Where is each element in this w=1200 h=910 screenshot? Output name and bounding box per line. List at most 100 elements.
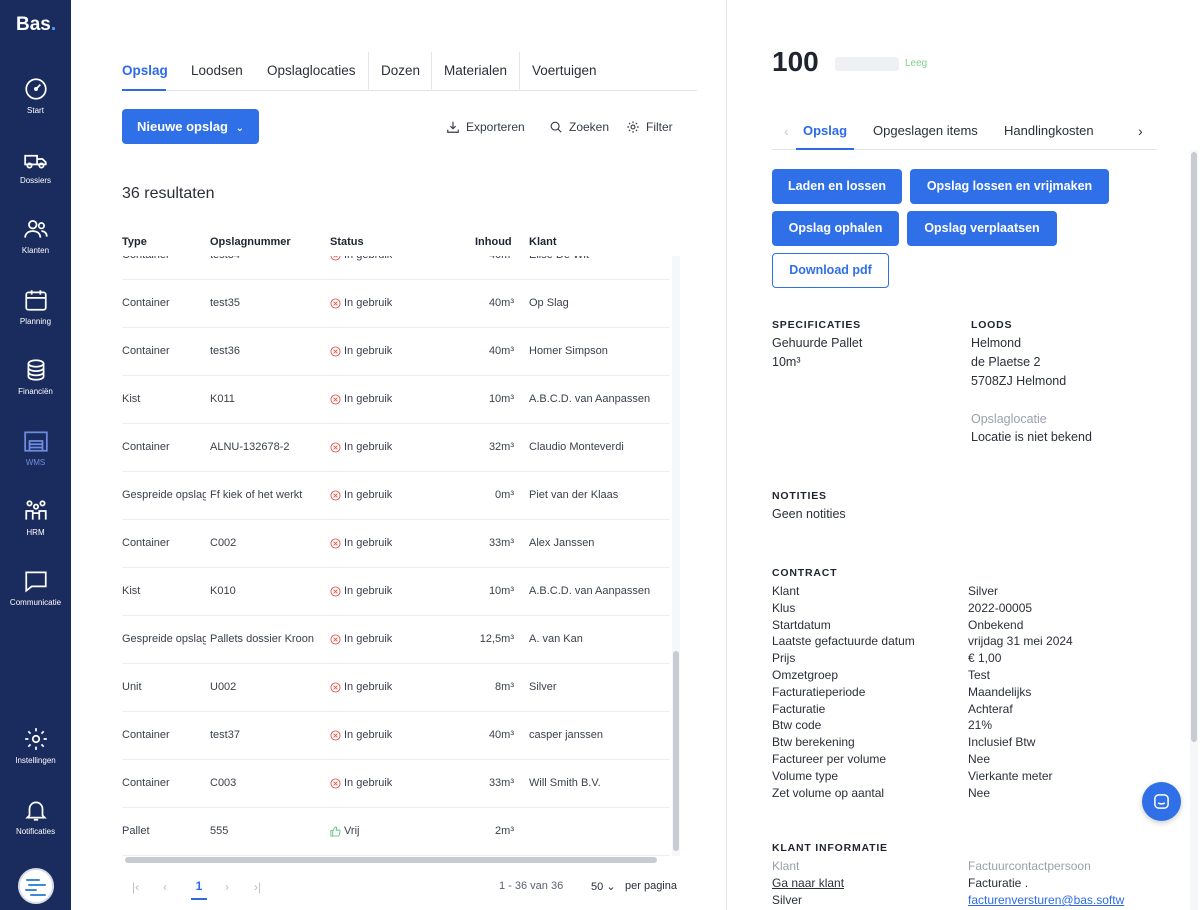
tab-opgeslagen-items[interactable]: Opgeslagen items: [873, 123, 978, 138]
tab-opslag[interactable]: Opslag: [803, 123, 847, 138]
thumbs-up-icon: [330, 825, 341, 837]
cell-opslagnummer: Pallets dossier Kroon: [210, 633, 314, 645]
sidebar-item-planning[interactable]: Planning: [0, 287, 71, 326]
opslag-lossen-button[interactable]: Opslag lossen en vrijmaken: [910, 169, 1109, 204]
redacted-label: [835, 57, 899, 71]
table-row[interactable]: Container C003 In gebruik 33m³ Will Smith B.…: [122, 760, 670, 808]
tab-opslag[interactable]: Opslag: [122, 63, 168, 78]
sidebar-item-label: Communicatie: [9, 598, 62, 607]
column-header-status[interactable]: Status: [330, 236, 364, 248]
cell-opslagnummer: C002: [210, 537, 237, 549]
active-tab-indicator: [122, 89, 166, 91]
cell-klant: Piet van der Klaas: [529, 489, 619, 501]
table-row[interactable]: Gespreide opslag Pallets dossier Kroon In …: [122, 616, 670, 664]
current-page-indicator: [191, 898, 207, 900]
table-row[interactable]: Unit U002 In gebruik 8m³ Silver: [122, 664, 670, 712]
first-page-icon[interactable]: |‹: [132, 880, 139, 894]
sidebar-item-dossiers[interactable]: Dossiers: [0, 146, 71, 185]
contract-value: Onbekend: [968, 617, 1024, 632]
last-page-icon[interactable]: ›|: [254, 880, 261, 894]
table-horizontal-scrollbar[interactable]: [122, 856, 662, 864]
contract-value: 21%: [968, 718, 993, 733]
cell-klant: Elise De Wit: [529, 256, 669, 261]
opslag-verplaatsen-button[interactable]: Opslag verplaatsen: [907, 211, 1057, 246]
export-button[interactable]: Exporteren: [446, 120, 525, 134]
contract-key: Volume type: [772, 768, 839, 783]
search-button[interactable]: Zoeken: [549, 120, 609, 134]
coins-icon: [27, 359, 44, 381]
column-header-inhoud[interactable]: Inhoud: [475, 236, 512, 248]
next-page-icon[interactable]: ›: [225, 880, 229, 894]
table-row[interactable]: Container test36 In gebruik 40m³ Homer Simps…: [122, 328, 670, 376]
opslag-ophalen-button[interactable]: Opslag ophalen: [772, 211, 899, 246]
tab-handlingkosten[interactable]: Handlingkosten: [1004, 123, 1094, 138]
x-circle-icon: [330, 345, 341, 357]
table-row[interactable]: Kist K011 In gebruik 10m³ A.B.C.D. van Aanpa…: [122, 376, 670, 424]
per-page-value: 50: [591, 881, 604, 893]
table-row[interactable]: Gespreide opslag Ff kiek of het werkt In g…: [122, 472, 670, 520]
cell-inhoud: 0m³: [495, 489, 514, 501]
cell-klant: Homer Simpson: [529, 345, 608, 357]
contract-value: Test: [968, 668, 991, 682]
cell-status: In gebruik: [330, 441, 440, 453]
table-row[interactable]: Container C002 In gebruik 33m³ Alex Janssen: [122, 520, 670, 568]
tab-opslaglocaties[interactable]: Opslaglocaties: [267, 63, 356, 78]
sidebar-item-klanten[interactable]: Klanten: [0, 216, 71, 255]
app-logo[interactable]: Bas.: [16, 14, 56, 36]
chat-launcher-button[interactable]: [1142, 782, 1181, 821]
current-page[interactable]: 1: [192, 879, 206, 893]
table-header: Type Opslagnummer Status Inhoud Klant: [122, 236, 682, 256]
factuurcontact-email[interactable]: facturenversturen@bas.softw: [968, 893, 1124, 907]
sidebar-item-communicatie[interactable]: Communicatie: [0, 568, 71, 607]
sidebar-item-hrm[interactable]: HRM: [0, 498, 71, 537]
table-row[interactable]: Container test35 In gebruik 40m³ Op Slag: [122, 280, 670, 328]
column-header-klant[interactable]: Klant: [529, 236, 557, 248]
tab-materialen[interactable]: Materialen: [444, 63, 507, 78]
cell-type: Container: [122, 256, 206, 261]
avatar[interactable]: [18, 868, 54, 904]
column-header-opslagnummer[interactable]: Opslagnummer: [210, 236, 291, 248]
bell-icon: [24, 801, 47, 821]
ga-naar-klant-link[interactable]: Ga naar klant: [772, 876, 844, 890]
tab-dozen[interactable]: Dozen: [381, 63, 420, 78]
cell-klant: A.B.C.D. van Aanpassen: [529, 393, 651, 405]
table-row[interactable]: Pallet 555 Vrij 2m³: [122, 808, 670, 856]
filter-button[interactable]: Filter: [626, 120, 673, 134]
status-text: In gebruik: [344, 441, 393, 453]
sidebar-item-label: Financiën: [18, 387, 53, 396]
column-header-type[interactable]: Type: [122, 236, 147, 248]
table-vertical-scrollbar[interactable]: [672, 256, 680, 856]
download-pdf-button[interactable]: Download pdf: [772, 253, 889, 288]
previous-page-icon[interactable]: ‹: [163, 880, 167, 894]
chevron-left-icon[interactable]: ‹: [784, 123, 789, 139]
laden-en-lossen-button[interactable]: Laden en lossen: [772, 169, 902, 204]
table-row[interactable]: Container test34 In gebruik 40m³ Elise De Wi…: [122, 256, 670, 280]
sidebar-item-instellingen[interactable]: Instellingen: [0, 726, 71, 765]
table-row[interactable]: Container ALNU-132678-2 In gebruik 32m³ Clau…: [122, 424, 670, 472]
detail-scrollbar[interactable]: [1190, 150, 1198, 910]
contract-value: € 1,00: [968, 651, 1002, 666]
status-badge: Leeg: [905, 58, 928, 69]
chevron-right-icon[interactable]: ›: [1138, 123, 1143, 139]
table-row[interactable]: Container test37 In gebruik 40m³ casper jans…: [122, 712, 670, 760]
cell-opslagnummer: U002: [210, 681, 237, 693]
scrollbar-thumb[interactable]: [673, 651, 679, 851]
scrollbar-thumb[interactable]: [1191, 152, 1197, 742]
table-row[interactable]: Kist K010 In gebruik 10m³ A.B.C.D. van Aanpa…: [122, 568, 670, 616]
sidebar-item-wms[interactable]: WMS: [0, 428, 71, 467]
sidebar-item-financien[interactable]: Financiën: [0, 357, 71, 396]
sidebar-item-notificaties[interactable]: Notificaties: [0, 797, 71, 836]
tab-voertuigen[interactable]: Voertuigen: [532, 63, 597, 78]
status-text: In gebruik: [344, 297, 393, 309]
cell-status: In gebruik: [330, 345, 440, 357]
scrollbar-thumb[interactable]: [125, 857, 657, 863]
sidebar-item-label: Planning: [19, 317, 52, 326]
tab-loodsen[interactable]: Loodsen: [191, 63, 243, 78]
opslaglocatie-label: Opslaglocatie: [971, 412, 1047, 426]
spec-type: Gehuurde Pallet: [772, 336, 863, 350]
per-page-select[interactable]: 50 ⌄: [591, 880, 616, 893]
new-storage-button[interactable]: Nieuwe opslag ⌄: [122, 109, 259, 144]
new-storage-label: Nieuwe opslag: [136, 119, 228, 134]
sidebar-item-start[interactable]: Start: [0, 76, 71, 115]
sidebar-item-label: Dossiers: [19, 176, 52, 185]
